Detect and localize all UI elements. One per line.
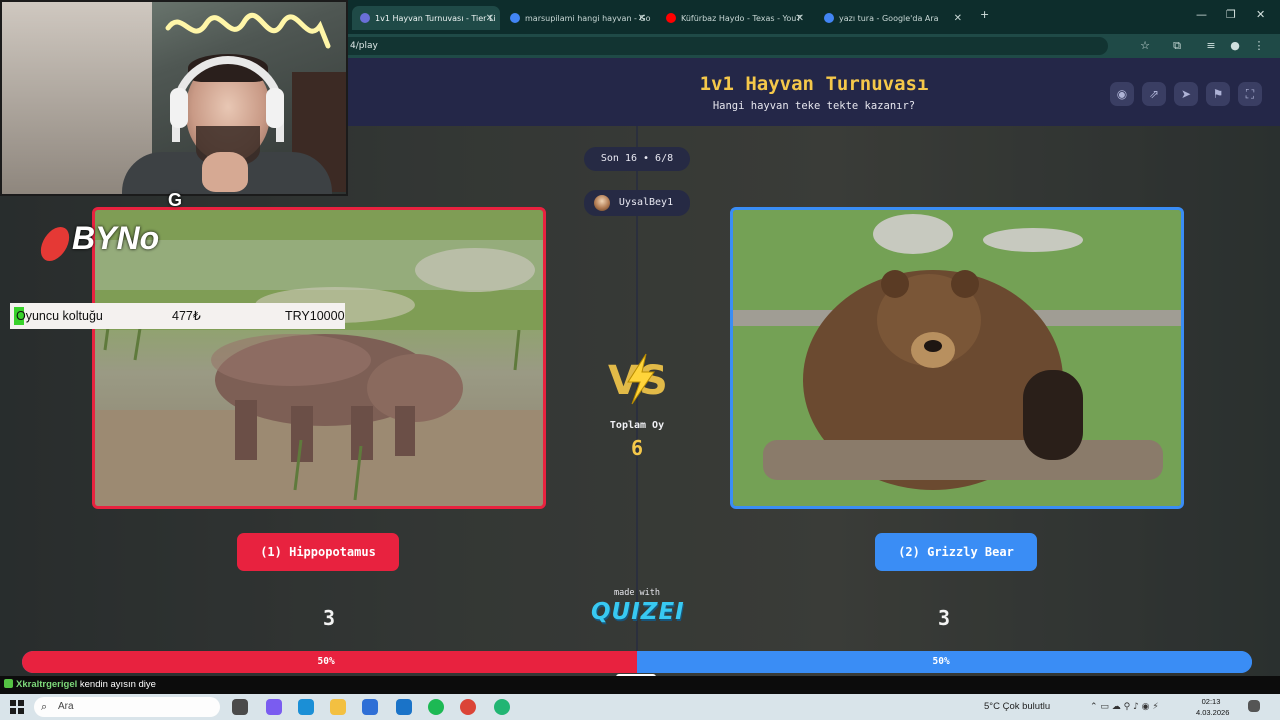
ticker-price: 477₺ (172, 309, 201, 323)
taskbar-search[interactable]: ⌕ Ara (34, 697, 220, 717)
menu-dots-icon[interactable]: ⋮ (1252, 39, 1266, 53)
search-icon: ⌕ (41, 701, 48, 713)
choose-grizzly-bear-button[interactable]: (2) Grizzly Bear (875, 533, 1037, 571)
versus-icon: VS (608, 353, 668, 405)
made-with-label: made with (613, 588, 661, 598)
screen: 1v1 Hayvan Turnuvası Hangi hayvan teke t… (0, 0, 1280, 720)
bookmark-star-icon[interactable]: ☆ (1138, 39, 1152, 53)
quizei-logo[interactable]: QUIZEI (591, 599, 684, 625)
tab-yazi-tura[interactable]: yazı tura - Google'da Ara ✕ (816, 6, 968, 30)
edge-icon[interactable] (298, 699, 314, 715)
close-icon[interactable]: ✕ (638, 13, 646, 24)
notifications-icon[interactable] (1248, 700, 1260, 712)
minimize-icon[interactable]: — (1196, 8, 1207, 21)
media-icon[interactable]: ≡ (1204, 39, 1218, 53)
stream-logo: BYNo (72, 220, 160, 256)
tab-favicon-icon (666, 13, 676, 23)
close-icon[interactable]: ✕ (486, 13, 494, 24)
chrome-icon[interactable] (460, 699, 476, 715)
quiz-header: 1v1 Hayvan Turnuvası Hangi hayvan teke t… (348, 58, 1280, 126)
chat-user: Xkraltrgerigel (16, 679, 78, 690)
hippo-image (95, 210, 543, 506)
flag-icon[interactable]: ⚑ (1206, 82, 1230, 106)
choose-hippopotamus-button[interactable]: (1) Hippopotamus (237, 533, 399, 571)
browser-tab-strip: 1v1 Hayvan Turnuvası - Tier Li ✕ marsupi… (348, 0, 1280, 34)
total-votes-label: Toplam Oy (609, 420, 665, 431)
store-icon[interactable] (362, 699, 378, 715)
extensions-icon[interactable]: ⧉ (1170, 39, 1184, 53)
time: 02:13 (1201, 697, 1221, 706)
tab-favicon-icon (360, 13, 370, 23)
windows-start-icon[interactable] (10, 700, 24, 714)
page-subtitle: Hangi hayvan teke tekte kazanır? (712, 100, 916, 112)
close-window-icon[interactable]: ✕ (1256, 8, 1265, 21)
tab-favicon-icon (824, 13, 834, 23)
restore-icon[interactable]: ❐ (1226, 8, 1236, 21)
close-icon[interactable]: ✕ (796, 13, 804, 24)
date: 4.03.2026 (1196, 708, 1230, 717)
file-explorer-icon[interactable] (330, 699, 346, 715)
donation-ticker: Oyuncu koltuğu 477₺ TRY10000 (10, 303, 345, 329)
user-name: UysalBey1 (618, 197, 674, 208)
new-tab-icon[interactable]: + (980, 8, 989, 21)
right-vote-count: 3 (937, 606, 951, 630)
tab-label: marsupilami hangi hayvan - Go (525, 13, 651, 23)
neon-sign (165, 12, 331, 49)
left-share-percent: 50% (317, 656, 335, 667)
mail-icon[interactable] (396, 699, 412, 715)
send-icon[interactable]: ➤ (1174, 82, 1198, 106)
browser-toolbar: 4/play ☆ ⧉ ≡ ● ⋮ (348, 34, 1280, 58)
tab-label: 1v1 Hayvan Turnuvası - Tier Li (375, 13, 496, 23)
eye-icon[interactable]: ◉ (1110, 82, 1134, 106)
vote-progress-bar: 50% 50% (22, 651, 1252, 673)
address-bar[interactable]: 4/play (348, 37, 1108, 55)
ticker-goal: TRY10000 (285, 309, 345, 323)
webcam-overlay (0, 0, 348, 196)
profile-avatar-icon[interactable]: ● (1228, 39, 1242, 53)
spotify-icon[interactable] (428, 699, 444, 715)
round-badge: Son 16 • 6/8 (584, 147, 690, 171)
grizzly-image (733, 210, 1181, 506)
tab-youtube[interactable]: Küfürbaz Haydo - Texas - YouT ✕ (658, 6, 810, 30)
close-icon[interactable]: ✕ (954, 13, 962, 24)
windows-taskbar: ⌕ Ara 5°C Çok bulutlu ⌃ ▭ ☁ ⚲ ♪ ◉ ⚡ 02:1… (0, 694, 1280, 720)
page-title: 1v1 Hayvan Turnuvası (699, 73, 929, 95)
chat-text: kendin ayısın diye (79, 679, 156, 690)
ticker-item-name: Oyuncu koltuğu (16, 309, 103, 323)
app-icon[interactable] (494, 699, 510, 715)
clock[interactable]: 02:13 4.03.2026 (1196, 696, 1230, 718)
system-tray-icons[interactable]: ⌃ ▭ ☁ ⚲ ♪ ◉ ⚡ (1090, 697, 1159, 717)
copilot-icon[interactable] (266, 699, 282, 715)
tab-label: yazı tura - Google'da Ara (839, 13, 939, 23)
avatar (594, 195, 610, 211)
tab-label: Küfürbaz Haydo - Texas - YouT (681, 13, 802, 23)
tab-favicon-icon (510, 13, 520, 23)
task-view-icon[interactable] (232, 699, 248, 715)
fullscreen-icon[interactable]: ⛶ (1238, 82, 1262, 106)
total-votes-value: 6 (630, 436, 644, 460)
chat-message: Xkraltrgerigel kendin ayısın diye (0, 676, 1280, 694)
tab-hayvan-turnuvasi[interactable]: 1v1 Hayvan Turnuvası - Tier Li ✕ (352, 6, 500, 30)
share-icon[interactable]: ⇗ (1142, 82, 1166, 106)
user-badge[interactable]: UysalBey1 (584, 190, 690, 216)
right-share-percent: 50% (932, 656, 950, 667)
option-card-right[interactable] (730, 207, 1184, 509)
weather-widget[interactable]: 5°C Çok bulutlu (984, 697, 1050, 717)
chat-badge-icon (4, 679, 13, 688)
stream-logo-accent: G (168, 190, 183, 210)
tab-marsupilami[interactable]: marsupilami hangi hayvan - Go ✕ (502, 6, 652, 30)
option-card-left[interactable] (92, 207, 546, 509)
left-vote-count: 3 (322, 606, 336, 630)
